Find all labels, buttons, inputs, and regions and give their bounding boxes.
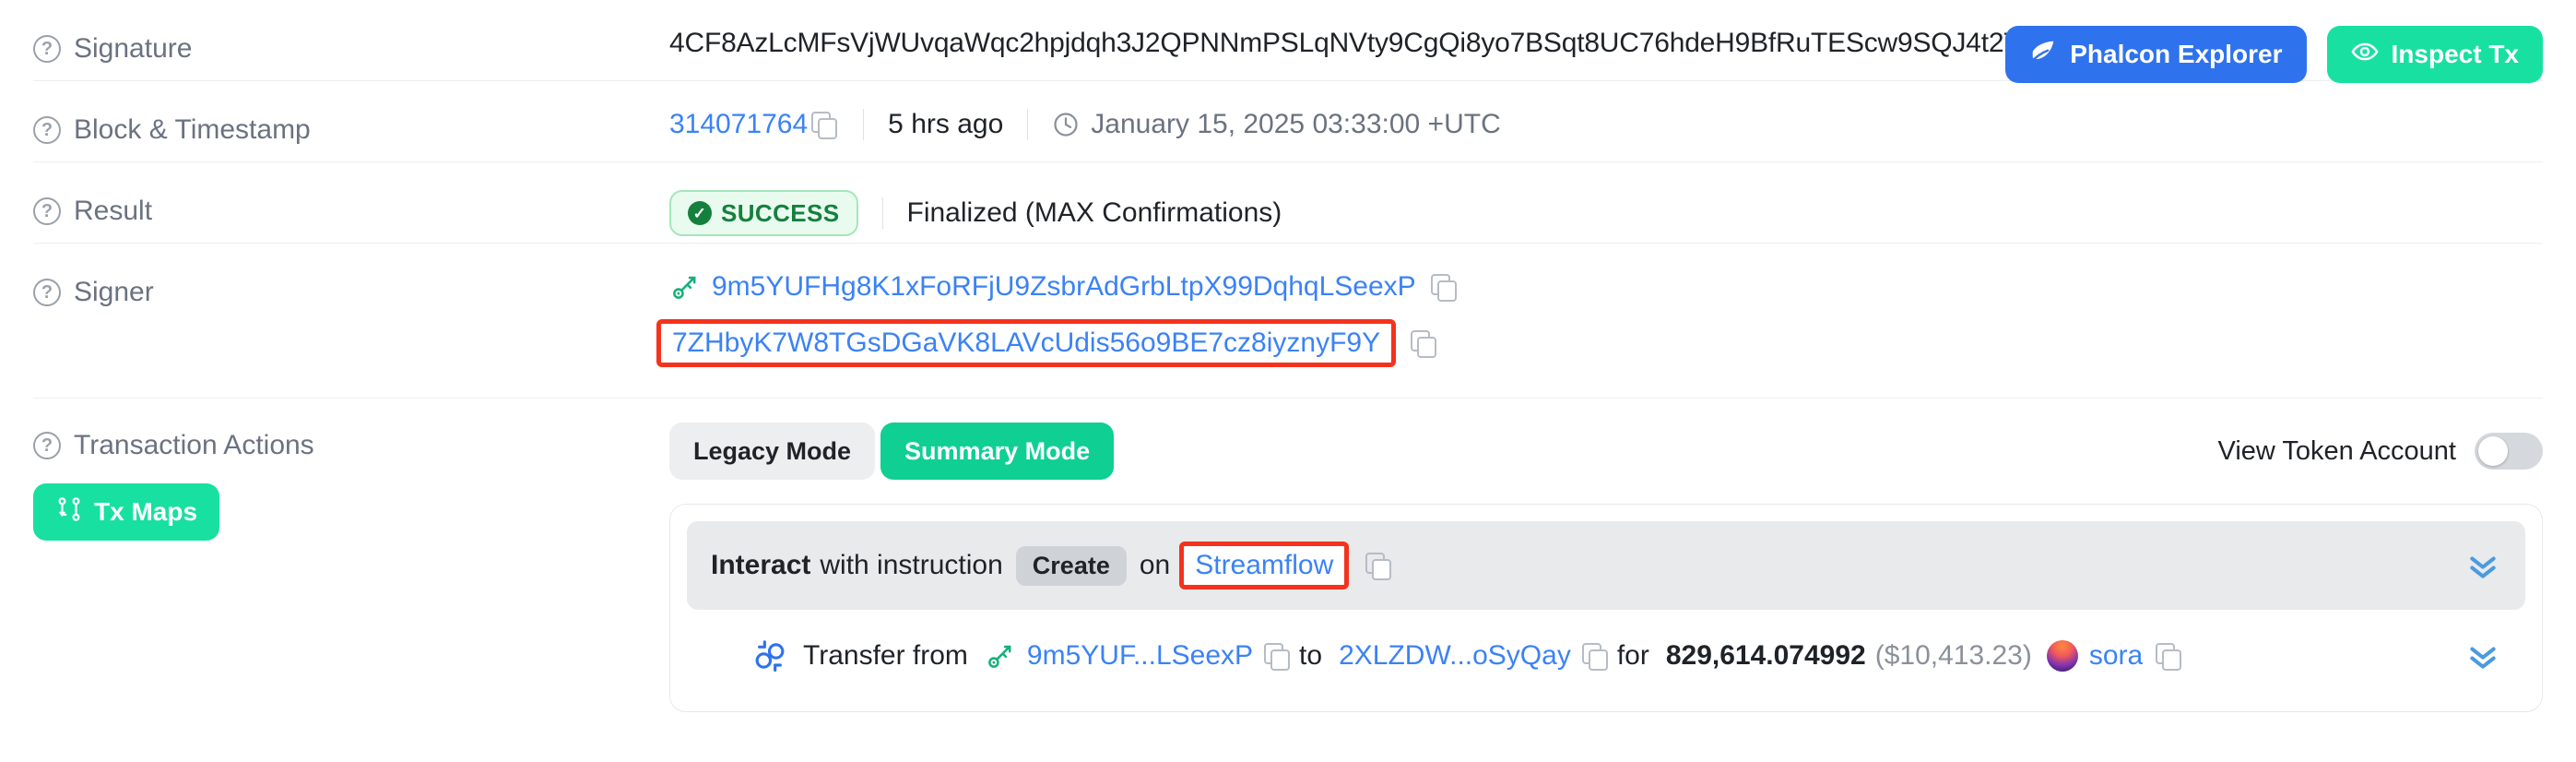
block-label-cell: ? Block & Timestamp — [33, 81, 669, 146]
tx-maps-icon — [55, 495, 83, 530]
check-icon: ✓ — [688, 201, 712, 225]
transaction-details-page: ? Signature 4CF8AzLcMFsVjWUvqaWqc2hpjdqh… — [0, 0, 2576, 762]
top-action-buttons: Phalcon Explorer Inspect Tx — [2005, 26, 2543, 83]
transaction-actions-title-row: ? Transaction Actions — [33, 430, 669, 461]
copy-icon[interactable] — [1582, 643, 1606, 669]
help-icon[interactable]: ? — [33, 35, 61, 63]
signer-address-secondary[interactable]: 7ZHbyK7W8TGsDGaVK8LAVcUdis56o9BE7cz8iyzn… — [672, 327, 1380, 359]
divider — [1027, 109, 1028, 140]
signer-key-icon — [985, 640, 1016, 672]
signature-value: 4CF8AzLcMFsVjWUvqaWqc2hpjdqh3J2QPNNmPSLq… — [669, 28, 2095, 59]
program-highlight: Streamflow — [1179, 542, 1349, 589]
transfer-to-word: to — [1299, 640, 1322, 672]
status-badge-label: SUCCESS — [721, 199, 840, 228]
copy-icon[interactable] — [2156, 643, 2180, 669]
chevron-double-down-icon[interactable] — [2464, 637, 2501, 674]
token-logo-icon — [2047, 640, 2078, 672]
transfer-amount: 829,614.074992 — [1666, 640, 1866, 672]
signer-key-icon — [669, 271, 701, 303]
transfer-content: Transfer from 9m5YUF...LSeexP to — [751, 637, 2446, 674]
transfer-for-word: for — [1617, 640, 1649, 672]
signature-label: Signature — [74, 33, 192, 65]
clock-icon — [1052, 111, 1080, 138]
legacy-mode-button[interactable]: Legacy Mode — [669, 423, 875, 480]
transaction-actions-left: ? Transaction Actions Tx Maps — [33, 408, 669, 541]
copy-icon[interactable] — [1411, 330, 1435, 356]
relative-time: 5 hrs ago — [888, 109, 1003, 140]
action-row-transfer: Transfer from 9m5YUF...LSeexP to — [687, 617, 2525, 695]
block-value-cell: 314071764 5 hrs ago January 15, 2025 03:… — [669, 81, 2543, 140]
view-token-account-toggle[interactable] — [2475, 433, 2543, 470]
view-token-account-label: View Token Account — [2218, 436, 2457, 467]
interact-verb: Interact — [711, 550, 810, 581]
signer-value-cell: 9m5YUFHg8K1xFoRFjU9ZsbrAdGrbLtpX99DqhqLS… — [669, 244, 2543, 367]
divider — [863, 109, 864, 140]
program-link[interactable]: Streamflow — [1195, 550, 1333, 581]
view-token-account-control: View Token Account — [2218, 433, 2544, 470]
phalcon-explorer-label: Phalcon Explorer — [2070, 40, 2282, 69]
result-label: Result — [74, 196, 152, 227]
copy-icon[interactable] — [811, 112, 835, 137]
instruction-pill: Create — [1016, 546, 1127, 586]
divider — [882, 197, 883, 229]
phalcon-icon — [2029, 38, 2057, 72]
copy-icon[interactable] — [1431, 274, 1455, 300]
result-value-cell: ✓ SUCCESS Finalized (MAX Confirmations) — [669, 162, 2543, 236]
interact-middle-text: with instruction — [820, 550, 1002, 581]
tx-maps-button[interactable]: Tx Maps — [33, 483, 219, 541]
interact-preposition: on — [1140, 550, 1170, 581]
signer-address-highlight: 7ZHbyK7W8TGsDGaVK8LAVcUdis56o9BE7cz8iyzn… — [656, 319, 1396, 367]
interact-content: Interact with instruction Create on Stre… — [711, 542, 2446, 589]
summary-mode-button[interactable]: Summary Mode — [880, 423, 1114, 480]
block-timestamp-label: Block & Timestamp — [74, 114, 311, 146]
action-row-interact: Interact with instruction Create on Stre… — [687, 521, 2525, 610]
transfer-from-address[interactable]: 9m5YUF...LSeexP — [1027, 640, 1253, 672]
copy-icon[interactable] — [1264, 643, 1288, 669]
transfer-verb: Transfer from — [803, 640, 968, 672]
help-icon[interactable]: ? — [33, 116, 61, 144]
finality-text: Finalized (MAX Confirmations) — [907, 197, 1282, 229]
transaction-actions-right: Legacy Mode Summary Mode View Token Acco… — [669, 408, 2543, 712]
signature-label-cell: ? Signature — [33, 0, 669, 65]
actions-card: Interact with instruction Create on Stre… — [669, 504, 2543, 712]
copy-icon[interactable] — [1365, 553, 1389, 578]
inspect-tx-label: Inspect Tx — [2392, 40, 2519, 69]
token-symbol-link[interactable]: sora — [2089, 640, 2143, 672]
block-slot-link[interactable]: 314071764 — [669, 109, 808, 140]
block-timestamp-row: ? Block & Timestamp 314071764 5 hrs ago … — [33, 81, 2543, 162]
transfer-icon — [751, 637, 788, 674]
absolute-timestamp: January 15, 2025 03:33:00 +UTC — [1091, 109, 1500, 140]
signer-address-primary[interactable]: 9m5YUFHg8K1xFoRFjU9ZsbrAdGrbLtpX99DqhqLS… — [712, 271, 1416, 303]
transaction-actions-label: Transaction Actions — [74, 430, 314, 461]
result-row: ? Result ✓ SUCCESS Finalized (MAX Confir… — [33, 162, 2543, 244]
transaction-actions-section: ? Transaction Actions Tx Maps Le — [33, 399, 2543, 712]
signer-secondary-line: 7ZHbyK7W8TGsDGaVK8LAVcUdis56o9BE7cz8iyzn… — [656, 319, 1438, 367]
help-icon[interactable]: ? — [33, 197, 61, 225]
mode-toggle-bar: Legacy Mode Summary Mode View Token Acco… — [669, 421, 2543, 482]
status-badge: ✓ SUCCESS — [669, 190, 858, 236]
inspect-tx-button[interactable]: Inspect Tx — [2327, 26, 2543, 83]
transfer-usd-value: ($10,413.23) — [1875, 640, 2032, 672]
tx-maps-label: Tx Maps — [94, 497, 197, 527]
help-icon[interactable]: ? — [33, 432, 61, 459]
phalcon-explorer-button[interactable]: Phalcon Explorer — [2005, 26, 2306, 83]
transfer-to-address[interactable]: 2XLZDW...oSyQay — [1339, 640, 1571, 672]
signer-row: ? Signer 9m5YUFHg8K1xFoRFjU9ZsbrAdGrbLtp… — [33, 244, 2543, 399]
result-label-cell: ? Result — [33, 162, 669, 227]
signer-primary-line: 9m5YUFHg8K1xFoRFjU9ZsbrAdGrbLtpX99DqhqLS… — [669, 271, 1459, 303]
eye-icon — [2351, 38, 2379, 72]
chevron-double-down-icon[interactable] — [2464, 547, 2501, 584]
help-icon[interactable]: ? — [33, 279, 61, 306]
signer-label: Signer — [74, 277, 154, 308]
signer-label-cell: ? Signer — [33, 244, 669, 308]
